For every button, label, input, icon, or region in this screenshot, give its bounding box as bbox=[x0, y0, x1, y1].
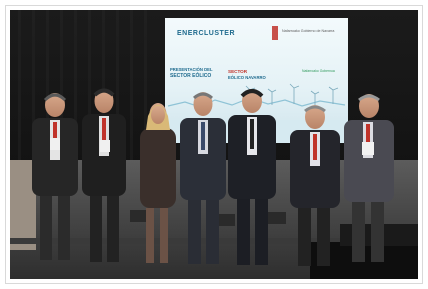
screen-left-heading: PRESENTACIÓN DEL bbox=[170, 67, 213, 72]
screen-mid-heading-2: EÓLICO NAVARRO bbox=[228, 75, 266, 80]
screen-right-small: Nafarroako Gobernua bbox=[302, 69, 335, 73]
screen-left-heading-2: SECTOR EÓLICO bbox=[170, 73, 212, 79]
photo-scene bbox=[10, 10, 418, 279]
screen-mid-heading: SECTOR bbox=[228, 69, 248, 74]
screen-brand: ENERCLUSTER bbox=[177, 30, 236, 37]
event-photo: ENERCLUSTER Nafarroako Gobierno de Navar… bbox=[10, 10, 418, 279]
screen-logo-text: Nafarroako Gobierno de Navarra bbox=[282, 29, 335, 33]
photo-frame: ENERCLUSTER Nafarroako Gobierno de Navar… bbox=[5, 5, 423, 284]
government-logo-mark bbox=[272, 26, 278, 40]
